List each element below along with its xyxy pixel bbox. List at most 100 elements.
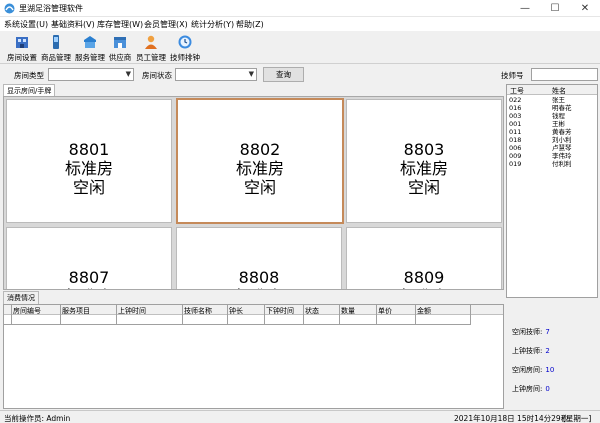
- services-icon: [84, 36, 96, 48]
- tab-show-rooms[interactable]: 显示房间/手牌: [3, 84, 56, 96]
- room-type: 标准房: [177, 287, 341, 289]
- technician-row[interactable]: 011 黄春芳: [507, 128, 597, 136]
- menu-help[interactable]: 帮助(Z): [236, 19, 264, 30]
- room-card[interactable]: 8808 标准房: [176, 227, 342, 289]
- status-bar: 当前操作员: Admin 2021年10月18日 15时14分29秒 [星期一]: [0, 410, 600, 423]
- technician-row[interactable]: 003 钱程: [507, 112, 597, 120]
- stat-label: 上钟房间:: [512, 385, 543, 393]
- room-card-selected[interactable]: 8802 标准房 空闲: [176, 98, 344, 224]
- supplier-icon: [114, 37, 126, 48]
- room-card[interactable]: 8809 标准房: [346, 227, 502, 289]
- menu-basic-data[interactable]: 基础资料(V): [51, 19, 95, 30]
- stat-idle-technicians: 空闲技师: 7: [512, 327, 550, 337]
- current-datetime: 2021年10月18日 15时14分29秒: [454, 414, 569, 423]
- menu-statistics[interactable]: 统计分析(Y): [191, 19, 234, 30]
- menu-members[interactable]: 会员管理(X): [144, 19, 188, 30]
- room-status-select[interactable]: ▼: [175, 68, 257, 81]
- products-icon: [53, 35, 59, 49]
- tech-schedule-button[interactable]: 技师排钟: [168, 34, 202, 63]
- room-card[interactable]: 8801 标准房 空闲: [6, 99, 172, 223]
- column-header-room-no: 房间编号: [13, 307, 41, 315]
- column-header-technician: 技师名称: [184, 307, 212, 315]
- technician-row[interactable]: 016 明春花: [507, 104, 597, 112]
- query-button[interactable]: 查询: [263, 67, 304, 82]
- supplier-button[interactable]: 供应商: [107, 34, 133, 63]
- technician-name: 卢慧琴: [552, 144, 572, 152]
- room-status-label: 房间状态: [142, 71, 172, 80]
- room-number: 8808: [238, 268, 280, 287]
- staff-icon: [145, 35, 157, 49]
- tech-no-input[interactable]: [531, 68, 598, 81]
- room-type: 标准房: [64, 159, 113, 178]
- room-number: 8807: [68, 268, 110, 287]
- column-header-quantity: 数量: [341, 307, 355, 315]
- column-header-name: 姓名: [552, 87, 566, 95]
- technician-list-header: 工号 姓名: [507, 85, 597, 95]
- clock-icon: [178, 35, 192, 49]
- stat-value: 10: [545, 366, 555, 374]
- room-type: 标准房: [347, 287, 501, 289]
- room-number: 8802: [239, 140, 281, 159]
- room-number: 8809: [403, 268, 445, 287]
- room-settings-icon: [16, 37, 28, 48]
- filter-bar: 房间类型 ▼ 房间状态 ▼ 查询 技师号: [0, 64, 600, 84]
- technician-name: 明春花: [552, 104, 572, 112]
- column-header-duration: 钟长: [229, 307, 243, 315]
- menu-system-settings[interactable]: 系统设置(U): [4, 19, 48, 30]
- maximize-button[interactable]: ☐: [540, 0, 570, 17]
- minimize-button[interactable]: —: [510, 0, 540, 17]
- close-button[interactable]: ✕: [570, 0, 600, 17]
- current-weekday: [星期一]: [563, 414, 592, 423]
- staff-button[interactable]: 员工管理: [134, 34, 168, 63]
- room-grid: 8801 标准房 空闲 8802 标准房 空闲 8803 标准房 空闲 8807…: [3, 96, 504, 290]
- room-status: 空闲: [407, 178, 440, 197]
- stats-panel: 空闲技师: 7 上钟技师: 2 空闲房间: 10 上钟房间: 0: [506, 300, 598, 409]
- technician-name: 付利利: [552, 160, 572, 168]
- room-type: 标准房: [399, 159, 448, 178]
- tab-consumption[interactable]: 消费情况: [3, 291, 39, 304]
- services-label: 服务管理: [75, 53, 105, 62]
- menu-inventory[interactable]: 库存管理(W): [97, 19, 143, 30]
- stat-idle-rooms: 空闲房间: 10: [512, 365, 554, 375]
- room-type-label: 房间类型: [14, 71, 44, 80]
- column-header-service: 服务项目: [62, 307, 90, 315]
- room-status: 空闲: [72, 178, 105, 197]
- technician-id: 022: [509, 96, 522, 104]
- consumption-grid[interactable]: 房间编号 服务项目 上钟时间 技师名称 钟长 下钟时间 状态 数量 单价 金额: [3, 304, 504, 409]
- tech-schedule-label: 技师排钟: [170, 53, 200, 62]
- table-row[interactable]: [4, 316, 471, 325]
- stat-label: 空闲技师:: [512, 328, 543, 336]
- room-type-select[interactable]: ▼: [48, 68, 134, 81]
- technician-name: 黄春芳: [552, 128, 572, 136]
- menu-bar: 系统设置(U) 基础资料(V) 库存管理(W) 会员管理(X) 统计分析(Y) …: [0, 17, 600, 31]
- room-number: 8801: [68, 140, 110, 159]
- technician-row[interactable]: 006 卢慧琴: [507, 144, 597, 152]
- column-header-amount: 金额: [417, 307, 431, 315]
- products-button[interactable]: 商品管理: [39, 34, 73, 63]
- room-card[interactable]: 8807 标准房: [6, 227, 172, 289]
- technician-row[interactable]: 018 刘小利: [507, 136, 597, 144]
- column-header-end-time: 下钟时间: [266, 307, 294, 315]
- technician-row[interactable]: 009 李伟玲: [507, 152, 597, 160]
- chevron-down-icon: ▼: [248, 70, 254, 78]
- services-button[interactable]: 服务管理: [73, 34, 107, 63]
- room-card[interactable]: 8803 标准房 空闲: [346, 99, 502, 223]
- room-settings-button[interactable]: 房间设置: [5, 34, 39, 63]
- room-status: 空闲: [243, 178, 276, 197]
- technician-row[interactable]: 019 付利利: [507, 160, 597, 168]
- room-settings-label: 房间设置: [7, 53, 37, 62]
- technician-list[interactable]: 工号 姓名 022 张王 016 明春花 003 钱程 001 王彬 011 黄春芳 01…: [506, 84, 598, 298]
- stat-label: 空闲房间:: [512, 366, 543, 374]
- current-operator: 当前操作员: Admin: [4, 414, 71, 423]
- technician-name: 王彬: [552, 120, 565, 128]
- stat-label: 上钟技师:: [512, 347, 543, 355]
- technician-row[interactable]: 001 王彬: [507, 120, 597, 128]
- technician-id: 006: [509, 144, 522, 152]
- consumption-header: 房间编号 服务项目 上钟时间 技师名称 钟长 下钟时间 状态 数量 单价 金额: [4, 305, 503, 315]
- stat-value: 2: [545, 347, 550, 355]
- technician-id: 016: [509, 104, 522, 112]
- technician-name: 钱程: [552, 112, 565, 120]
- title-bar: 里湖足浴管理软件 — ☐ ✕: [0, 0, 600, 17]
- technician-row[interactable]: 022 张王: [507, 96, 597, 104]
- technician-id: 001: [509, 120, 522, 128]
